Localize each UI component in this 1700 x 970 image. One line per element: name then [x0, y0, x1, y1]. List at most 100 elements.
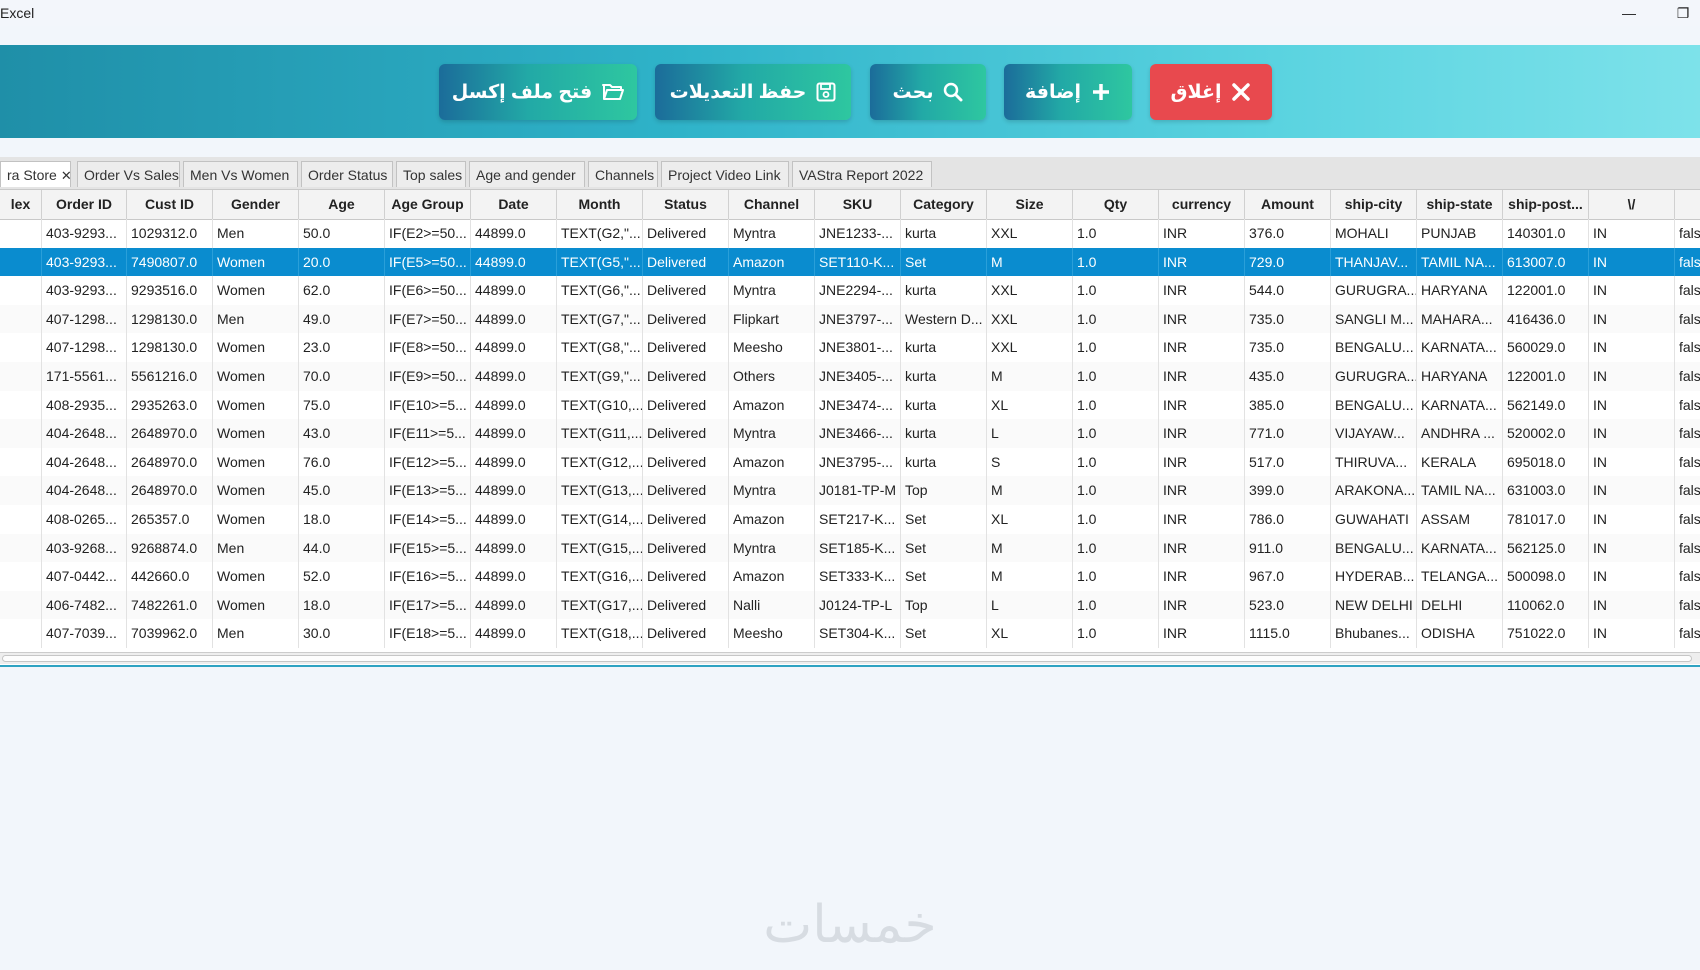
table-cell[interactable]: kurta [901, 333, 987, 362]
table-cell[interactable]: 560029.0 [1503, 333, 1589, 362]
table-cell[interactable]: 45.0 [299, 476, 385, 505]
table-cell[interactable]: 44.0 [299, 533, 385, 563]
table-cell[interactable]: 18.0 [299, 505, 385, 534]
table-cell[interactable]: 735.0 [1245, 304, 1331, 334]
table-cell[interactable]: M [987, 247, 1073, 277]
tab-men-vs-women[interactable]: Men Vs Women [183, 161, 298, 187]
table-cell[interactable]: 729.0 [1245, 247, 1331, 277]
table-cell[interactable]: 2648970.0 [127, 476, 213, 505]
table-cell[interactable]: 20.0 [299, 247, 385, 277]
table-cell[interactable]: 7482261.0 [127, 590, 213, 620]
table-cell[interactable] [0, 247, 42, 277]
table-cell[interactable]: 44899.0 [471, 219, 557, 248]
table-cell[interactable]: 265357.0 [127, 505, 213, 534]
table-cell[interactable]: MOHALI [1331, 219, 1417, 248]
table-cell[interactable]: Myntra [729, 419, 815, 448]
table-cell[interactable]: DELHI [1417, 590, 1503, 620]
table-cell[interactable]: 404-2648... [42, 419, 127, 448]
table-cell[interactable]: JNE3801-... [815, 333, 901, 362]
table-cell[interactable]: 44899.0 [471, 419, 557, 448]
table-cell[interactable]: L [987, 419, 1073, 448]
table-cell[interactable]: 171-5561... [42, 362, 127, 391]
table-cell[interactable]: TEXT(G8,"... [557, 333, 643, 362]
table-cell[interactable]: 523.0 [1245, 590, 1331, 620]
table-cell[interactable]: IF(E15>=5... [385, 533, 471, 563]
table-row[interactable]: 403-9293... 7490807.0 Women 20.0 IF(E5>=50..… [0, 247, 1700, 277]
table-cell[interactable]: TEXT(G18,... [557, 619, 643, 648]
table-cell[interactable]: Western D... [901, 304, 987, 334]
table-cell[interactable]: M [987, 476, 1073, 505]
table-cell[interactable]: HARYANA [1417, 362, 1503, 391]
table-cell[interactable]: Delivered [643, 447, 729, 477]
table-cell[interactable]: INR [1159, 219, 1245, 248]
column-header[interactable]: ship-city [1331, 190, 1417, 219]
table-cell[interactable]: Set [901, 505, 987, 534]
column-header[interactable]: Status [643, 190, 729, 219]
table-cell[interactable]: Meesho [729, 619, 815, 648]
column-header[interactable]: Qty [1073, 190, 1159, 219]
table-cell[interactable] [0, 562, 42, 591]
column-header[interactable]: Size [987, 190, 1073, 219]
column-header[interactable]: Age Group [385, 190, 471, 219]
table-cell[interactable]: Women [213, 276, 299, 305]
table-cell[interactable]: INR [1159, 562, 1245, 591]
table-cell[interactable]: 404-2648... [42, 447, 127, 477]
table-cell[interactable] [0, 590, 42, 620]
table-cell[interactable]: 44899.0 [471, 590, 557, 620]
table-cell[interactable]: TEXT(G10,... [557, 390, 643, 420]
table-cell[interactable]: ODISHA [1417, 619, 1503, 648]
table-cell[interactable]: HYDERAB... [1331, 562, 1417, 591]
table-cell[interactable]: BENGALU... [1331, 333, 1417, 362]
table-cell[interactable]: 2935263.0 [127, 390, 213, 420]
table-cell[interactable]: INR [1159, 362, 1245, 391]
table-cell[interactable]: 76.0 [299, 447, 385, 477]
table-cell[interactable]: Amazon [729, 505, 815, 534]
table-cell[interactable]: fals [1675, 505, 1700, 534]
table-cell[interactable]: INR [1159, 247, 1245, 277]
table-cell[interactable]: 385.0 [1245, 390, 1331, 420]
table-cell[interactable]: Delivered [643, 590, 729, 620]
table-cell[interactable]: GURUGRA... [1331, 362, 1417, 391]
table-cell[interactable]: Men [213, 304, 299, 334]
table-cell[interactable]: XL [987, 390, 1073, 420]
table-cell[interactable]: JNE3466-... [815, 419, 901, 448]
column-header[interactable] [1675, 190, 1700, 219]
table-cell[interactable]: fals [1675, 476, 1700, 505]
table-cell[interactable] [0, 505, 42, 534]
table-cell[interactable]: 408-2935... [42, 390, 127, 420]
tab-order-status[interactable]: Order Status [301, 161, 393, 187]
table-cell[interactable]: 403-9293... [42, 276, 127, 305]
table-cell[interactable]: 408-0265... [42, 505, 127, 534]
table-cell[interactable]: 44899.0 [471, 476, 557, 505]
table-cell[interactable]: GURUGRA... [1331, 276, 1417, 305]
table-row[interactable]: 407-0442... 442660.0 Women 52.0 IF(E16>=5...… [0, 562, 1700, 591]
column-header[interactable]: Cust ID [127, 190, 213, 219]
table-cell[interactable]: SET110-K... [815, 247, 901, 277]
table-cell[interactable]: 407-1298... [42, 304, 127, 334]
table-cell[interactable]: 110062.0 [1503, 590, 1589, 620]
table-cell[interactable]: J0124-TP-L [815, 590, 901, 620]
table-row[interactable]: 407-7039... 7039962.0 Men 30.0 IF(E18>=5... 4… [0, 619, 1700, 648]
table-row[interactable]: 408-0265... 265357.0 Women 18.0 IF(E14>=5...… [0, 505, 1700, 534]
table-cell[interactable]: 5561216.0 [127, 362, 213, 391]
table-cell[interactable]: 44899.0 [471, 562, 557, 591]
table-cell[interactable]: 43.0 [299, 419, 385, 448]
save-changes-button[interactable]: حفظ التعديلات [655, 64, 851, 120]
table-cell[interactable]: Women [213, 247, 299, 277]
table-cell[interactable]: 1115.0 [1245, 619, 1331, 648]
table-cell[interactable]: M [987, 362, 1073, 391]
table-cell[interactable]: INR [1159, 533, 1245, 563]
table-cell[interactable]: INR [1159, 590, 1245, 620]
table-cell[interactable]: 404-2648... [42, 476, 127, 505]
table-cell[interactable]: 7039962.0 [127, 619, 213, 648]
scrollbar-thumb[interactable] [2, 655, 1692, 662]
table-cell[interactable]: Bhubanes... [1331, 619, 1417, 648]
column-header[interactable]: Month [557, 190, 643, 219]
table-cell[interactable]: TELANGA... [1417, 562, 1503, 591]
table-cell[interactable]: 407-0442... [42, 562, 127, 591]
table-cell[interactable]: XXL [987, 219, 1073, 248]
table-cell[interactable]: Set [901, 533, 987, 563]
table-row[interactable]: 403-9268... 9268874.0 Men 44.0 IF(E15>=5... 4… [0, 533, 1700, 563]
table-cell[interactable]: fals [1675, 591, 1700, 620]
table-cell[interactable]: IF(E11>=5... [385, 419, 471, 448]
